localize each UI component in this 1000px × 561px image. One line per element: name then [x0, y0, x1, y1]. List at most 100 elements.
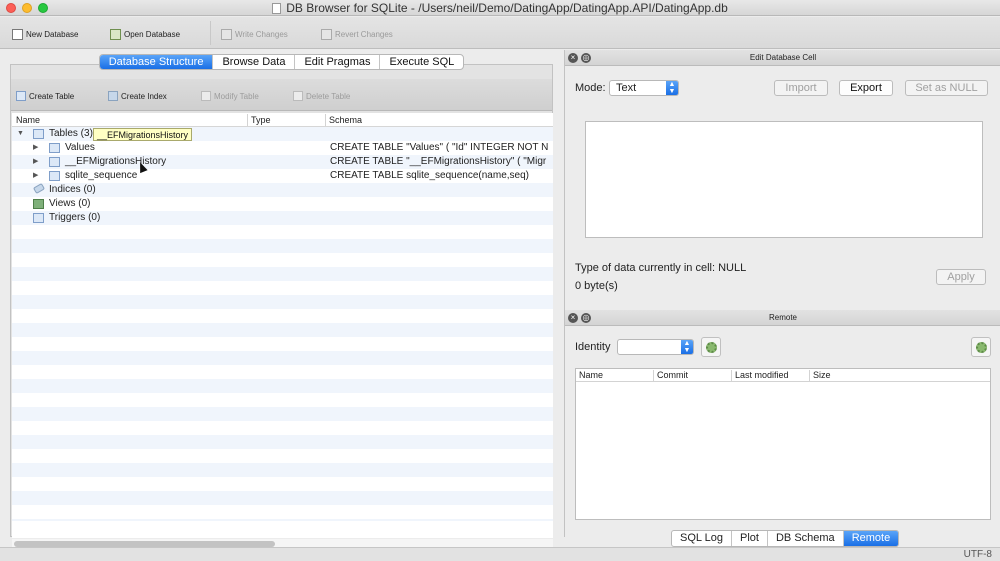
export-button[interactable]: Export [839, 80, 893, 96]
structure-content: Create Table Create Index Modify Table D… [10, 64, 553, 549]
tree-header: Name Type Schema [12, 113, 553, 127]
cell-editor[interactable] [585, 121, 983, 238]
mode-select-value: Text [616, 82, 637, 94]
tables-label: Tables (3) [49, 128, 93, 139]
column-divider[interactable] [653, 370, 654, 382]
cell-size-info: 0 byte(s) [575, 280, 618, 292]
tab-remote[interactable]: Remote [843, 531, 899, 546]
tab-plot[interactable]: Plot [732, 531, 768, 546]
mode-select[interactable]: Text ▲ ▼ [609, 80, 679, 96]
delete-table-button[interactable]: Delete Table [293, 89, 350, 103]
create-table-icon [16, 91, 26, 101]
disclosure-collapsed-icon[interactable]: ▶ [33, 155, 38, 169]
create-index-label: Create Index [121, 91, 167, 101]
tables-icon [33, 129, 44, 139]
tab-browse-data[interactable]: Browse Data [213, 55, 296, 69]
column-divider[interactable] [809, 370, 810, 382]
views-label: Views (0) [49, 198, 91, 209]
dock-close-icon[interactable]: × [568, 53, 578, 63]
tree-row-table[interactable]: ▶ __EFMigrationsHistory CREATE TABLE "__… [12, 155, 553, 169]
dock-float-icon[interactable]: ◎ [581, 313, 591, 323]
column-header-schema[interactable]: Schema [329, 115, 362, 125]
table-icon [49, 143, 60, 153]
window-title-text: DB Browser for SQLite - /Users/neil/Demo… [286, 1, 728, 15]
apply-button[interactable]: Apply [936, 269, 986, 285]
status-bar: UTF-8 [0, 547, 1000, 561]
identity-settings-button[interactable] [701, 337, 721, 357]
disclosure-expanded-icon[interactable]: ▼ [17, 127, 24, 141]
main-toolbar: New Database Open Database Write Changes… [0, 17, 1000, 49]
table-schema: CREATE TABLE "Values" ( "Id" INTEGER NOT… [330, 142, 549, 153]
revert-changes-button[interactable]: Revert Changes [321, 26, 393, 42]
column-divider[interactable] [247, 114, 248, 126]
tree-rows: ▼ Tables (3) ▶ Values CREATE TABLE "Valu… [12, 127, 553, 521]
modify-table-label: Modify Table [214, 91, 259, 101]
remote-action-button[interactable] [971, 337, 991, 357]
tooltip: __EFMigrationsHistory [93, 128, 193, 141]
column-header-name[interactable]: Name [579, 370, 603, 380]
tab-db-schema[interactable]: DB Schema [768, 531, 844, 546]
remote-title: Remote [768, 313, 797, 322]
import-button[interactable]: Import [774, 80, 828, 96]
disclosure-collapsed-icon[interactable]: ▶ [33, 169, 38, 183]
write-changes-icon [221, 28, 232, 40]
column-header-type[interactable]: Type [251, 115, 271, 125]
new-database-button[interactable]: New Database [12, 26, 78, 42]
identity-select[interactable]: ▲ ▼ [617, 339, 694, 355]
new-database-label: New Database [26, 29, 79, 39]
document-icon [272, 3, 282, 14]
disclosure-collapsed-icon[interactable]: ▶ [33, 141, 38, 155]
view-icon [33, 199, 44, 209]
tree-row-table[interactable]: ▶ Values CREATE TABLE "Values" ( "Id" IN… [12, 141, 553, 155]
modify-table-icon [201, 91, 211, 101]
main-tab-bar: Database Structure Browse Data Edit Prag… [10, 54, 553, 72]
table-schema: CREATE TABLE sqlite_sequence(name,seq) [330, 170, 529, 181]
tree-row-views[interactable]: Views (0) [12, 197, 553, 211]
delete-table-icon [293, 91, 303, 101]
left-panel: Create Table Create Index Modify Table D… [10, 50, 553, 549]
identity-label: Identity [575, 341, 611, 353]
tree-row-triggers[interactable]: Triggers (0) [12, 211, 553, 225]
tab-execute-sql[interactable]: Execute SQL [380, 55, 463, 69]
structure-toolbar: Create Table Create Index Modify Table D… [11, 79, 552, 111]
column-divider[interactable] [325, 114, 326, 126]
edit-cell-title: Edit Database Cell [749, 53, 817, 62]
tab-database-structure[interactable]: Database Structure [99, 55, 214, 69]
column-header-size[interactable]: Size [813, 370, 831, 380]
column-divider[interactable] [731, 370, 732, 382]
table-name: Values [65, 142, 95, 153]
table-icon [49, 171, 60, 181]
column-header-name[interactable]: Name [16, 115, 40, 125]
modify-table-button[interactable]: Modify Table [201, 89, 259, 103]
open-database-icon [110, 28, 121, 40]
chevron-updown-icon: ▲ ▼ [666, 81, 678, 95]
create-index-button[interactable]: Create Index [108, 89, 167, 103]
triggers-label: Triggers (0) [49, 212, 101, 223]
revert-changes-icon [321, 28, 332, 40]
set-as-null-button[interactable]: Set as NULL [905, 80, 988, 96]
cell-type-info: Type of data currently in cell: NULL [575, 262, 747, 274]
tab-sql-log[interactable]: SQL Log [672, 531, 733, 546]
tab-edit-pragmas[interactable]: Edit Pragmas [295, 55, 381, 69]
column-header-last-modified[interactable]: Last modified [735, 370, 789, 380]
write-changes-label: Write Changes [235, 29, 288, 39]
schema-tree[interactable]: Name Type Schema ▼ Tables (3) ▶ Values C… [12, 113, 553, 538]
window-title: DB Browser for SQLite - /Users/neil/Demo… [0, 1, 1000, 15]
new-database-icon [12, 28, 23, 40]
remote-files-table[interactable]: Name Commit Last modified Size [575, 368, 991, 520]
table-name: __EFMigrationsHistory [65, 156, 167, 167]
create-table-button[interactable]: Create Table [16, 89, 74, 103]
dock-tab-bar: SQL Log Plot DB Schema Remote [671, 530, 900, 547]
table-icon [49, 157, 60, 167]
tree-row-table[interactable]: ▶ sqlite_sequence CREATE TABLE sqlite_se… [12, 169, 553, 183]
column-header-commit[interactable]: Commit [657, 370, 688, 380]
index-icon [32, 182, 46, 195]
open-database-button[interactable]: Open Database [110, 26, 180, 42]
tree-row-indices[interactable]: Indices (0) [12, 182, 553, 197]
table-name: sqlite_sequence [65, 170, 138, 181]
edit-cell-title-bar: × ◎ Edit Database Cell [565, 50, 1000, 66]
dock-float-icon[interactable]: ◎ [581, 53, 591, 63]
dock-close-icon[interactable]: × [568, 313, 578, 323]
remote-panel: × ◎ Remote Identity ▲ ▼ Name Commit Last … [564, 310, 1000, 537]
write-changes-button[interactable]: Write Changes [221, 26, 288, 42]
